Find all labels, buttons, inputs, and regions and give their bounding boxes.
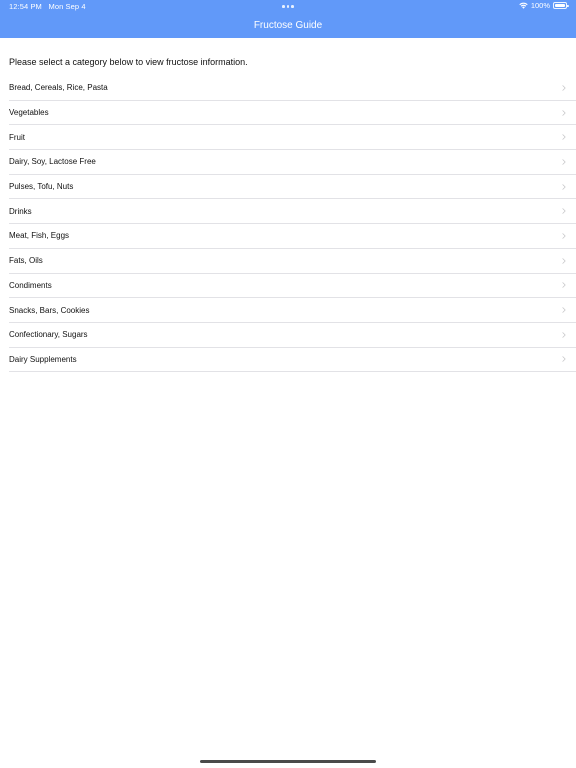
status-time: 12:54 PM [9,2,42,11]
category-row[interactable]: Fats, Oils [9,249,576,274]
battery-percent: 100% [530,1,550,10]
category-row[interactable]: Fruit [9,125,576,151]
chevron-right-icon [562,159,566,165]
home-indicator[interactable] [200,760,376,763]
chevron-right-icon [562,356,566,363]
category-label: Meat, Fish, Eggs [9,231,70,241]
chevron-right-icon [562,109,566,116]
category-row[interactable]: Confectionary, Sugars [9,323,576,348]
status-time-date: 12:54 PM Mon Sep 4 [9,2,86,11]
category-list: Bread, Cereals, Rice, Pasta Vegetables Fru… [9,76,576,373]
category-label: Pulses, Tofu, Nuts [9,182,74,192]
category-label: Snacks, Bars, Cookies [9,305,90,315]
multitasking-dots-icon[interactable] [282,5,294,8]
chevron-right-icon [562,331,566,338]
intro-text: Please select a category below to view f… [9,57,248,67]
category-label: Fats, Oils [9,256,43,266]
chevron-right-icon [562,134,566,140]
battery-icon [553,2,569,9]
chevron-right-icon [562,282,566,289]
category-label: Vegetables [9,108,49,118]
chevron-right-icon [562,257,566,264]
category-row[interactable]: Drinks [9,199,576,225]
status-right: 100% [519,1,569,10]
category-label: Condiments [9,280,52,290]
page-title: Fructose Guide [253,20,323,31]
category-label: Drinks [9,206,32,216]
wifi-icon [519,2,528,9]
status-date: Mon Sep 4 [48,2,86,11]
chevron-right-icon [562,85,566,91]
category-label: Dairy Supplements [9,354,77,364]
chevron-right-icon [562,233,566,239]
category-label: Confectionary, Sugars [9,330,88,340]
category-row[interactable]: Condiments [9,274,576,299]
category-row[interactable]: Pulses, Tofu, Nuts [9,175,576,200]
category-row[interactable]: Dairy Supplements [9,348,576,373]
category-row[interactable]: Dairy, Soy, Lactose Free [9,150,576,175]
chevron-right-icon [562,208,566,215]
navigation-bar: 12:54 PM Mon Sep 4 100% Fructose Guide [0,0,576,38]
category-row[interactable]: Meat, Fish, Eggs [9,224,576,249]
chevron-right-icon [562,183,566,190]
chevron-right-icon [562,307,566,313]
category-label: Bread, Cereals, Rice, Pasta [9,83,108,93]
category-row[interactable]: Snacks, Bars, Cookies [9,298,576,323]
category-label: Dairy, Soy, Lactose Free [9,157,96,167]
category-row[interactable]: Bread, Cereals, Rice, Pasta [9,76,576,101]
category-label: Fruit [9,132,25,142]
category-row[interactable]: Vegetables [9,101,576,126]
